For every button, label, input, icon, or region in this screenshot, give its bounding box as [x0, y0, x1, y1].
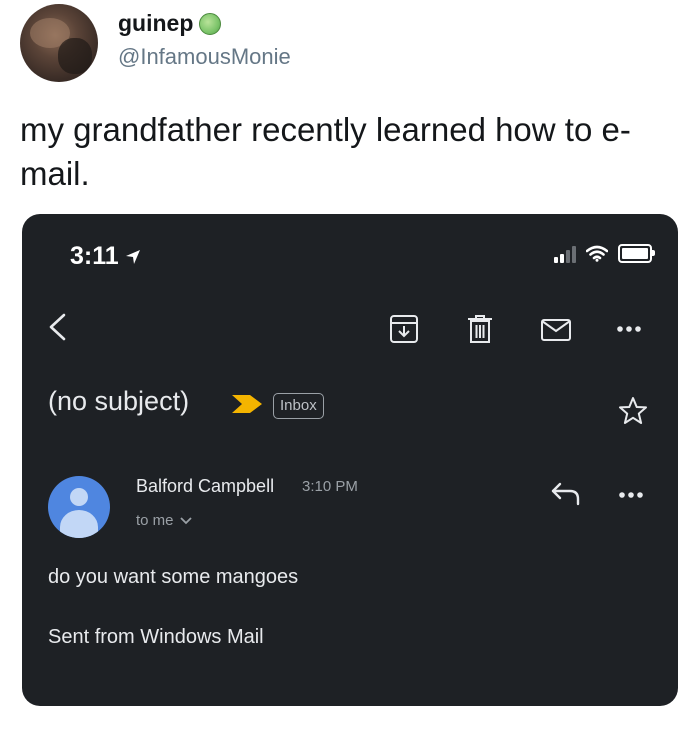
signal-icon: [554, 245, 576, 263]
recipient-details[interactable]: to me: [136, 512, 192, 529]
location-arrow-icon: [125, 249, 140, 264]
archive-icon[interactable]: [388, 314, 420, 344]
status-time: 3:11: [70, 242, 141, 271]
status-icons: [554, 244, 655, 263]
email-signature: Sent from Windows Mail: [48, 626, 264, 648]
back-icon[interactable]: [46, 312, 68, 342]
display-name[interactable]: guinep: [118, 10, 222, 37]
sent-time: 3:10 PM: [302, 478, 358, 495]
sender-name: Balford Campbell: [136, 476, 275, 496]
user-handle[interactable]: @InfamousMonie: [118, 44, 291, 70]
email-body-line: do you want some mangoes: [48, 566, 299, 588]
more-icon[interactable]: [616, 316, 642, 342]
message-more-icon[interactable]: [618, 490, 644, 500]
tweet-text: my grandfather recently learned how to e…: [20, 111, 631, 192]
melon-emoji-icon: [199, 12, 222, 35]
chevron-down-icon: [179, 516, 192, 524]
battery-icon: [618, 244, 655, 263]
profile-avatar[interactable]: [20, 4, 98, 82]
sender-avatar[interactable]: [48, 476, 110, 538]
email-screenshot: 3:11 (no subject) Inbox Balford Campbell…: [22, 214, 678, 706]
star-icon[interactable]: [618, 396, 648, 426]
email-subject: (no subject): [48, 386, 190, 416]
trash-icon[interactable]: [466, 314, 494, 344]
reply-icon[interactable]: [550, 480, 582, 506]
inbox-label[interactable]: Inbox: [273, 393, 324, 419]
importance-marker-icon[interactable]: [230, 394, 264, 414]
mark-unread-icon[interactable]: [540, 318, 572, 342]
wifi-icon: [586, 245, 608, 262]
